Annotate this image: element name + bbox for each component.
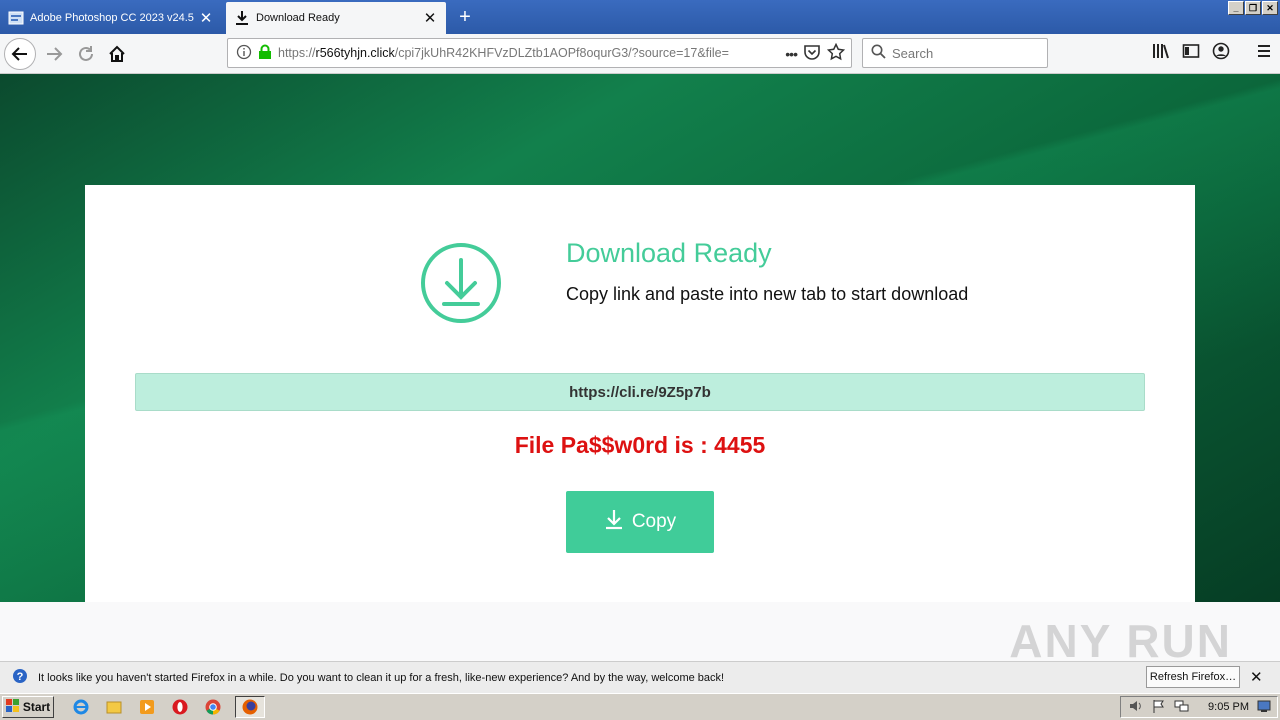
opera-icon[interactable] (169, 696, 191, 718)
url-scheme: https:// (278, 46, 316, 60)
chrome-icon[interactable] (202, 696, 224, 718)
home-button[interactable] (101, 38, 133, 70)
restore-button[interactable]: ❐ (1245, 1, 1261, 15)
show-desktop-icon[interactable] (1257, 699, 1271, 716)
window-controls: _ ❐ ✕ (1228, 1, 1278, 15)
password-text: File Pa$$w0rd is : 4455 (514, 432, 766, 458)
network-icon[interactable] (1174, 699, 1190, 716)
download-circle-icon (420, 242, 502, 324)
toolbar-right (1152, 42, 1272, 63)
url-path: /cpi7jkUhR42KHFVzDLZtb1AOPf8oqurG3/?sour… (394, 46, 729, 60)
url-actions: ••• (785, 42, 846, 64)
page-favicon-icon (8, 10, 24, 26)
url-host: r566tyhjn.click (315, 46, 395, 60)
svg-text:?: ? (17, 671, 24, 683)
close-icon[interactable]: ✕ (1250, 668, 1263, 686)
start-button[interactable]: Start (2, 696, 54, 718)
back-button[interactable] (4, 38, 36, 70)
media-player-icon[interactable] (136, 696, 158, 718)
tab-photoshop[interactable]: Adobe Photoshop CC 2023 v24.5 ✕ (0, 2, 222, 34)
new-tab-button[interactable]: + (452, 5, 478, 29)
url-bar[interactable]: https://r566tyhjn.click/cpi7jkUhR42KHFVz… (227, 38, 852, 68)
download-icon (604, 508, 624, 536)
menu-icon[interactable] (1256, 43, 1272, 62)
clock: 9:05 PM (1208, 701, 1249, 713)
download-card: Download Ready Copy link and paste into … (85, 185, 1195, 602)
reload-button[interactable] (70, 38, 102, 70)
help-icon: ? (12, 668, 28, 687)
pocket-icon[interactable] (803, 43, 821, 64)
firefox-taskbar-icon[interactable] (235, 696, 265, 718)
ie-icon[interactable] (70, 696, 92, 718)
info-icon[interactable] (236, 44, 252, 63)
page-title: Download Ready (566, 238, 772, 268)
navigation-toolbar: https://r566tyhjn.click/cpi7jkUhR42KHFVz… (0, 34, 1280, 74)
page-content: Download Ready Copy link and paste into … (0, 74, 1280, 661)
start-label: Start (22, 700, 51, 714)
bookmark-star-icon[interactable] (826, 42, 846, 64)
tab-title: Download Ready (256, 12, 340, 24)
tab-title: Adobe Photoshop CC 2023 v24.5 (30, 12, 194, 24)
copy-button[interactable]: Copy (566, 491, 714, 553)
minimize-button[interactable]: _ (1228, 1, 1244, 15)
arrow-right-icon (47, 47, 63, 61)
url-text[interactable]: https://r566tyhjn.click/cpi7jkUhR42KHFVz… (278, 46, 758, 60)
copy-button-label: Copy (631, 511, 677, 532)
library-icon[interactable] (1152, 42, 1170, 63)
download-icon (234, 10, 250, 26)
forward-button[interactable] (38, 38, 70, 70)
search-input[interactable]: Search (862, 38, 1048, 68)
home-icon (109, 45, 125, 62)
page-actions-icon[interactable]: ••• (785, 46, 798, 62)
notification-message: It looks like you haven't started Firefo… (38, 671, 725, 684)
reload-icon (79, 46, 93, 61)
search-icon (871, 44, 886, 62)
refresh-firefox-button[interactable]: Refresh Firefox… (1146, 666, 1240, 688)
account-icon[interactable] (1212, 42, 1230, 63)
windows-logo-icon (5, 698, 20, 716)
explorer-icon[interactable] (103, 696, 125, 718)
watermark-logo: ANY RUN (1009, 615, 1232, 661)
window-close-button[interactable]: ✕ (1262, 1, 1278, 15)
search-placeholder: Search (892, 45, 934, 61)
arrow-left-icon (11, 47, 27, 61)
flag-icon[interactable] (1152, 699, 1166, 716)
sidebar-icon[interactable] (1182, 42, 1200, 63)
system-tray: 9:05 PM (1120, 696, 1278, 718)
instruction-text: Copy link and paste into new tab to star… (566, 284, 969, 304)
close-icon[interactable]: ✕ (198, 10, 214, 27)
tab-strip: Adobe Photoshop CC 2023 v24.5 ✕ Download… (0, 0, 1280, 34)
notification-bar: ? It looks like you haven't started Fire… (0, 661, 1280, 693)
volume-icon[interactable] (1128, 699, 1144, 716)
lock-icon[interactable] (258, 44, 272, 63)
tab-download-ready[interactable]: Download Ready ✕ (226, 2, 446, 34)
taskbar: Start 9:05 PM (0, 693, 1280, 720)
close-icon[interactable]: ✕ (422, 10, 438, 27)
download-link-box[interactable]: https://cli.re/9Z5p7b (135, 373, 1145, 411)
